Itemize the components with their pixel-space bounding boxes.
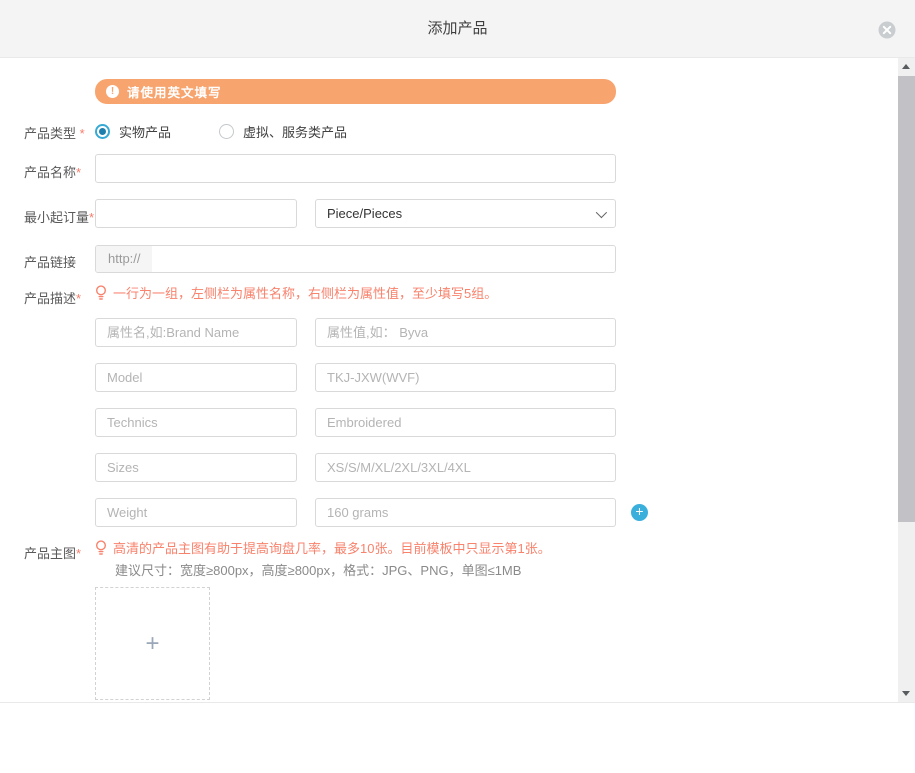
scrollbar-thumb[interactable] — [898, 76, 915, 522]
unit-select[interactable]: Piece/Pieces — [315, 199, 616, 228]
required-mark: * — [76, 165, 81, 180]
product-image-hint-text: 高清的产品主图有助于提高询盘几率，最多10张。目前模板中只显示第1张。 — [113, 538, 551, 557]
attr-value-input-2[interactable] — [315, 363, 616, 392]
modal-title: 添加产品 — [0, 0, 915, 58]
product-image-hint: 高清的产品主图有助于提高询盘几率，最多10张。目前模板中只显示第1张。 — [95, 538, 551, 557]
attr-name-input-1[interactable] — [95, 318, 297, 347]
info-icon: ! — [106, 85, 119, 98]
notice-banner-text: 请使用英文填写 — [127, 82, 222, 101]
required-mark: * — [76, 291, 81, 306]
attr-value-input-1[interactable] — [315, 318, 616, 347]
attr-value-input-3[interactable] — [315, 408, 616, 437]
lightbulb-icon — [95, 540, 107, 556]
required-mark: * — [89, 210, 94, 225]
close-icon[interactable] — [878, 21, 896, 39]
attr-name-input-4[interactable] — [95, 453, 297, 482]
product-desc-hint: 一行为一组，左侧栏为属性名称，右侧栏为属性值，至少填写5组。 — [95, 283, 497, 302]
product-type-radio-group: 实物产品 虚拟、服务类产品 — [95, 122, 347, 141]
add-attribute-button[interactable]: + — [631, 504, 648, 521]
upload-plus-icon: + — [145, 630, 159, 658]
product-name-input[interactable] — [95, 154, 616, 183]
attr-name-input-5[interactable] — [95, 498, 297, 527]
product-image-spec: 建议尺寸：宽度≥800px，高度≥800px，格式：JPG、PNG，单图≤1MB — [115, 560, 521, 579]
required-mark: * — [80, 126, 85, 141]
product-link-label: 产品链接 — [24, 252, 76, 271]
chevron-down-icon — [596, 206, 607, 217]
product-type-label: 产品类型 * — [24, 123, 85, 142]
scrollbar-up-arrow[interactable] — [898, 58, 915, 75]
attr-value-input-4[interactable] — [315, 453, 616, 482]
radio-physical-product-label[interactable]: 实物产品 — [119, 122, 171, 141]
unit-select-value: Piece/Pieces — [327, 206, 596, 221]
min-order-label: 最小起订量* — [24, 207, 94, 226]
lightbulb-icon — [95, 285, 107, 301]
product-name-label: 产品名称* — [24, 162, 81, 181]
attr-value-input-5[interactable] — [315, 498, 616, 527]
modal-footer: 保存 取消 — [0, 702, 915, 773]
image-upload-box[interactable]: + — [95, 587, 210, 700]
add-product-modal: 添加产品 ! 请使用英文填写 产品类型 * 实物产品 虚拟、服务类产品 产品名称… — [0, 0, 915, 773]
url-prefix: http:// — [96, 246, 152, 272]
radio-virtual-product[interactable] — [219, 124, 234, 139]
product-desc-hint-text: 一行为一组，左侧栏为属性名称，右侧栏为属性值，至少填写5组。 — [113, 283, 497, 302]
notice-banner: ! 请使用英文填写 — [95, 79, 616, 104]
radio-virtual-product-label[interactable]: 虚拟、服务类产品 — [243, 122, 347, 141]
attr-name-input-2[interactable] — [95, 363, 297, 392]
min-order-input[interactable] — [95, 199, 297, 228]
modal-header: 添加产品 — [0, 0, 915, 58]
product-desc-label: 产品描述* — [24, 288, 81, 307]
radio-physical-product[interactable] — [95, 124, 110, 139]
scrollbar[interactable] — [898, 58, 915, 702]
product-image-label: 产品主图* — [24, 543, 81, 562]
scrollbar-down-arrow[interactable] — [898, 685, 915, 702]
attr-name-input-3[interactable] — [95, 408, 297, 437]
required-mark: * — [76, 546, 81, 561]
product-link-field: http:// — [95, 245, 616, 273]
product-link-input[interactable] — [152, 246, 615, 272]
